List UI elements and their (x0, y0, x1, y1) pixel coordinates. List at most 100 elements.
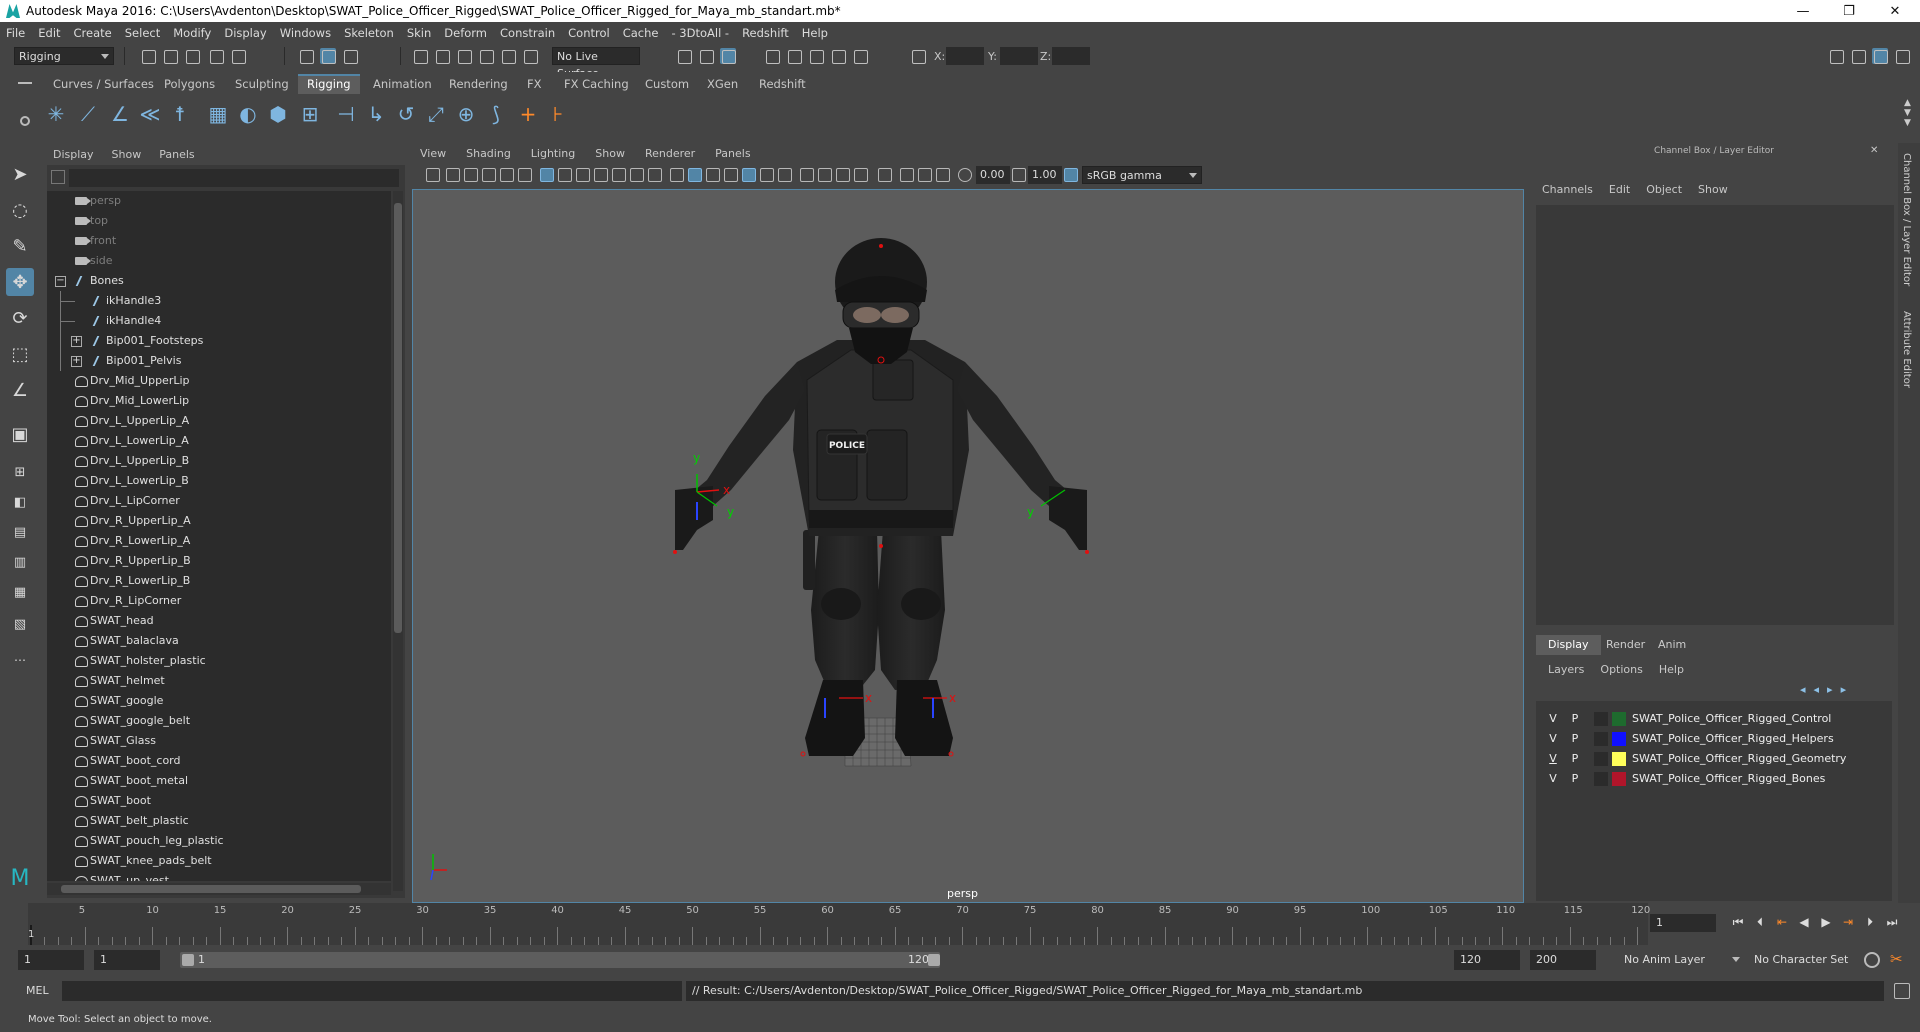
viewport-menu-renderer[interactable]: Renderer (645, 147, 695, 160)
save-scene-icon[interactable] (184, 48, 200, 64)
wireframe-on-shaded-icon[interactable] (724, 168, 738, 182)
layer-row[interactable]: V P SWAT_Police_Officer_Rigged_Control (1536, 709, 1892, 729)
menu-windows[interactable]: Windows (280, 26, 331, 40)
outliner-item-mesh[interactable]: Drv_L_LowerLip_B (47, 471, 391, 491)
character-set-dropdown[interactable]: No Character Set (1750, 951, 1870, 969)
menu-deform[interactable]: Deform (444, 26, 487, 40)
maximize-button[interactable]: ❐ (1826, 0, 1872, 22)
scale-tool-icon[interactable]: ⬚ (6, 340, 34, 368)
menu-select[interactable]: Select (125, 26, 160, 40)
layer-color-swatch[interactable] (1612, 732, 1626, 746)
time-slider-track[interactable]: 5 10 15 20 25 30 35 40 45 50 55 60 65 70 75 80 85 90 95 100… (28, 903, 1650, 945)
layer-display-type-toggle[interactable] (1594, 752, 1608, 766)
menu-display[interactable]: Display (224, 26, 266, 40)
outliner-item-mesh[interactable]: SWAT_head (47, 611, 391, 631)
viewport-menu-lighting[interactable]: Lighting (531, 147, 575, 160)
outliner-item-mesh[interactable]: Drv_L_LipCorner (47, 491, 391, 511)
layer-menu-help[interactable]: Help (1659, 663, 1684, 676)
joint-tool-icon[interactable]: ✳ (42, 100, 70, 128)
exposure-input[interactable]: 0.00 (976, 166, 1010, 184)
outliner-menu-show[interactable]: Show (112, 148, 142, 161)
xray-joints-icon[interactable] (936, 168, 950, 182)
redo-icon[interactable] (230, 48, 246, 64)
gate-mask-icon[interactable] (594, 168, 608, 182)
shelf-tab-curves-surfaces[interactable]: Curves / Surfaces (44, 74, 163, 94)
hypershade-icon[interactable] (830, 48, 846, 64)
layer-row[interactable]: V P SWAT_Police_Officer_Rigged_Geometry (1536, 749, 1892, 769)
channel-box-attribute-list[interactable] (1536, 205, 1894, 625)
screen-space-ao-icon[interactable] (800, 168, 814, 182)
shelf-settings-gear-icon[interactable] (20, 116, 30, 126)
layer-playback-toggle[interactable]: P (1568, 749, 1582, 769)
bookmark-icon[interactable] (464, 168, 478, 182)
outliner-item-mesh[interactable]: Drv_Mid_UpperLip (47, 371, 391, 391)
snap-live-icon[interactable] (500, 48, 516, 64)
outliner-item-mesh[interactable]: SWAT_belt_plastic (47, 811, 391, 831)
outliner-item-mesh[interactable]: SWAT_boot_metal (47, 771, 391, 791)
outliner-item-joint[interactable]: + Bip001_Footsteps (47, 331, 391, 351)
pole-vector-icon[interactable]: ⟆ (482, 100, 510, 128)
paint-weights-icon[interactable]: ◐ (234, 100, 262, 128)
select-component-icon[interactable] (342, 48, 358, 64)
z-coordinate-input[interactable] (1052, 47, 1090, 65)
textured-icon[interactable] (742, 168, 756, 182)
ipr-render-icon[interactable] (786, 48, 802, 64)
ik-spline-icon[interactable]: ≪ (136, 100, 164, 128)
graph-layout-icon[interactable]: ▥ (6, 548, 34, 576)
output-ops-icon[interactable] (698, 48, 714, 64)
outliner-item-mesh[interactable]: Drv_L_UpperLip_B (47, 451, 391, 471)
field-chart-icon[interactable] (612, 168, 626, 182)
snap-view-plane-icon[interactable] (478, 48, 494, 64)
open-scene-icon[interactable] (162, 48, 178, 64)
menu-modify[interactable]: Modify (173, 26, 211, 40)
outliner-item-mesh[interactable]: SWAT_boot_cord (47, 751, 391, 771)
play-backwards-icon[interactable]: ◀ (1796, 915, 1812, 931)
shelf-tab-animation[interactable]: Animation (364, 74, 441, 94)
outliner-item-joint[interactable]: ikHandle3 (47, 291, 391, 311)
viewport-menu-view[interactable]: View (420, 147, 446, 160)
live-surface-field[interactable]: No Live Surface (552, 47, 640, 80)
tab-channel-box-layer-editor[interactable]: Channel Box / Layer Editor (1901, 153, 1912, 286)
default-lighting-icon[interactable] (706, 168, 720, 182)
layer-visibility-toggle[interactable]: V (1546, 729, 1560, 749)
playback-start-input[interactable]: 1 (94, 950, 160, 970)
layer-menu-layers[interactable]: Layers (1548, 663, 1584, 676)
outliner-item-camera[interactable]: persp (47, 191, 391, 211)
grid-toggle-icon[interactable] (540, 168, 554, 182)
toolbox-more-icon[interactable]: ⋯ (6, 646, 34, 674)
xray-icon[interactable] (900, 168, 914, 182)
snap-grid-icon[interactable] (412, 48, 428, 64)
layer-visibility-toggle[interactable]: V (1546, 749, 1560, 769)
rotate-tool-icon[interactable]: ⟳ (6, 304, 34, 332)
outliner-item-mesh[interactable]: Drv_R_LowerLip_B (47, 571, 391, 591)
orient-constraint-icon[interactable]: ↺ (392, 100, 420, 128)
film-gate-icon[interactable] (558, 168, 572, 182)
select-tool-icon[interactable]: ➤ (6, 160, 34, 188)
layer-playback-toggle[interactable]: P (1568, 709, 1582, 729)
construction-history-icon[interactable] (720, 48, 736, 64)
outliner-horizontal-scrollbar[interactable] (47, 883, 391, 895)
outliner-item-mesh[interactable]: Drv_R_UpperLip_B (47, 551, 391, 571)
shelf-tab-sculpting[interactable]: Sculpting (226, 74, 298, 94)
menu-3dtoall[interactable]: - 3DtoAll - (671, 26, 729, 40)
auto-key-icon[interactable] (1864, 952, 1880, 968)
outliner-item-mesh[interactable]: Drv_Mid_LowerLip (47, 391, 391, 411)
channel-box-toggle-icon[interactable] (1872, 48, 1888, 64)
outliner-item-mesh[interactable]: SWAT_google_belt (47, 711, 391, 731)
single-pane-layout-icon[interactable]: ▣ (6, 420, 34, 448)
xray-active-icon[interactable] (918, 168, 932, 182)
four-pane-layout-icon[interactable]: ⊞ (6, 458, 34, 486)
safe-action-icon[interactable] (630, 168, 644, 182)
anim-layer-dropdown[interactable]: No Anim Layer (1620, 951, 1744, 969)
two-pane-layout-icon[interactable]: ◧ (6, 488, 34, 516)
playback-range-bar[interactable]: 1 120 (180, 952, 940, 968)
layer-color-swatch[interactable] (1612, 712, 1626, 726)
paint-select-tool-icon[interactable]: ✎ (6, 232, 34, 260)
menu-constrain[interactable]: Constrain (500, 26, 555, 40)
hypershade-layout-icon[interactable]: ▦ (6, 578, 34, 606)
layer-display-type-toggle[interactable] (1594, 772, 1608, 786)
outliner-item-camera[interactable]: front (47, 231, 391, 251)
layer-color-swatch[interactable] (1612, 772, 1626, 786)
outliner-item-mesh[interactable]: SWAT_holster_plastic (47, 651, 391, 671)
script-language-toggle[interactable]: MEL (26, 984, 49, 997)
